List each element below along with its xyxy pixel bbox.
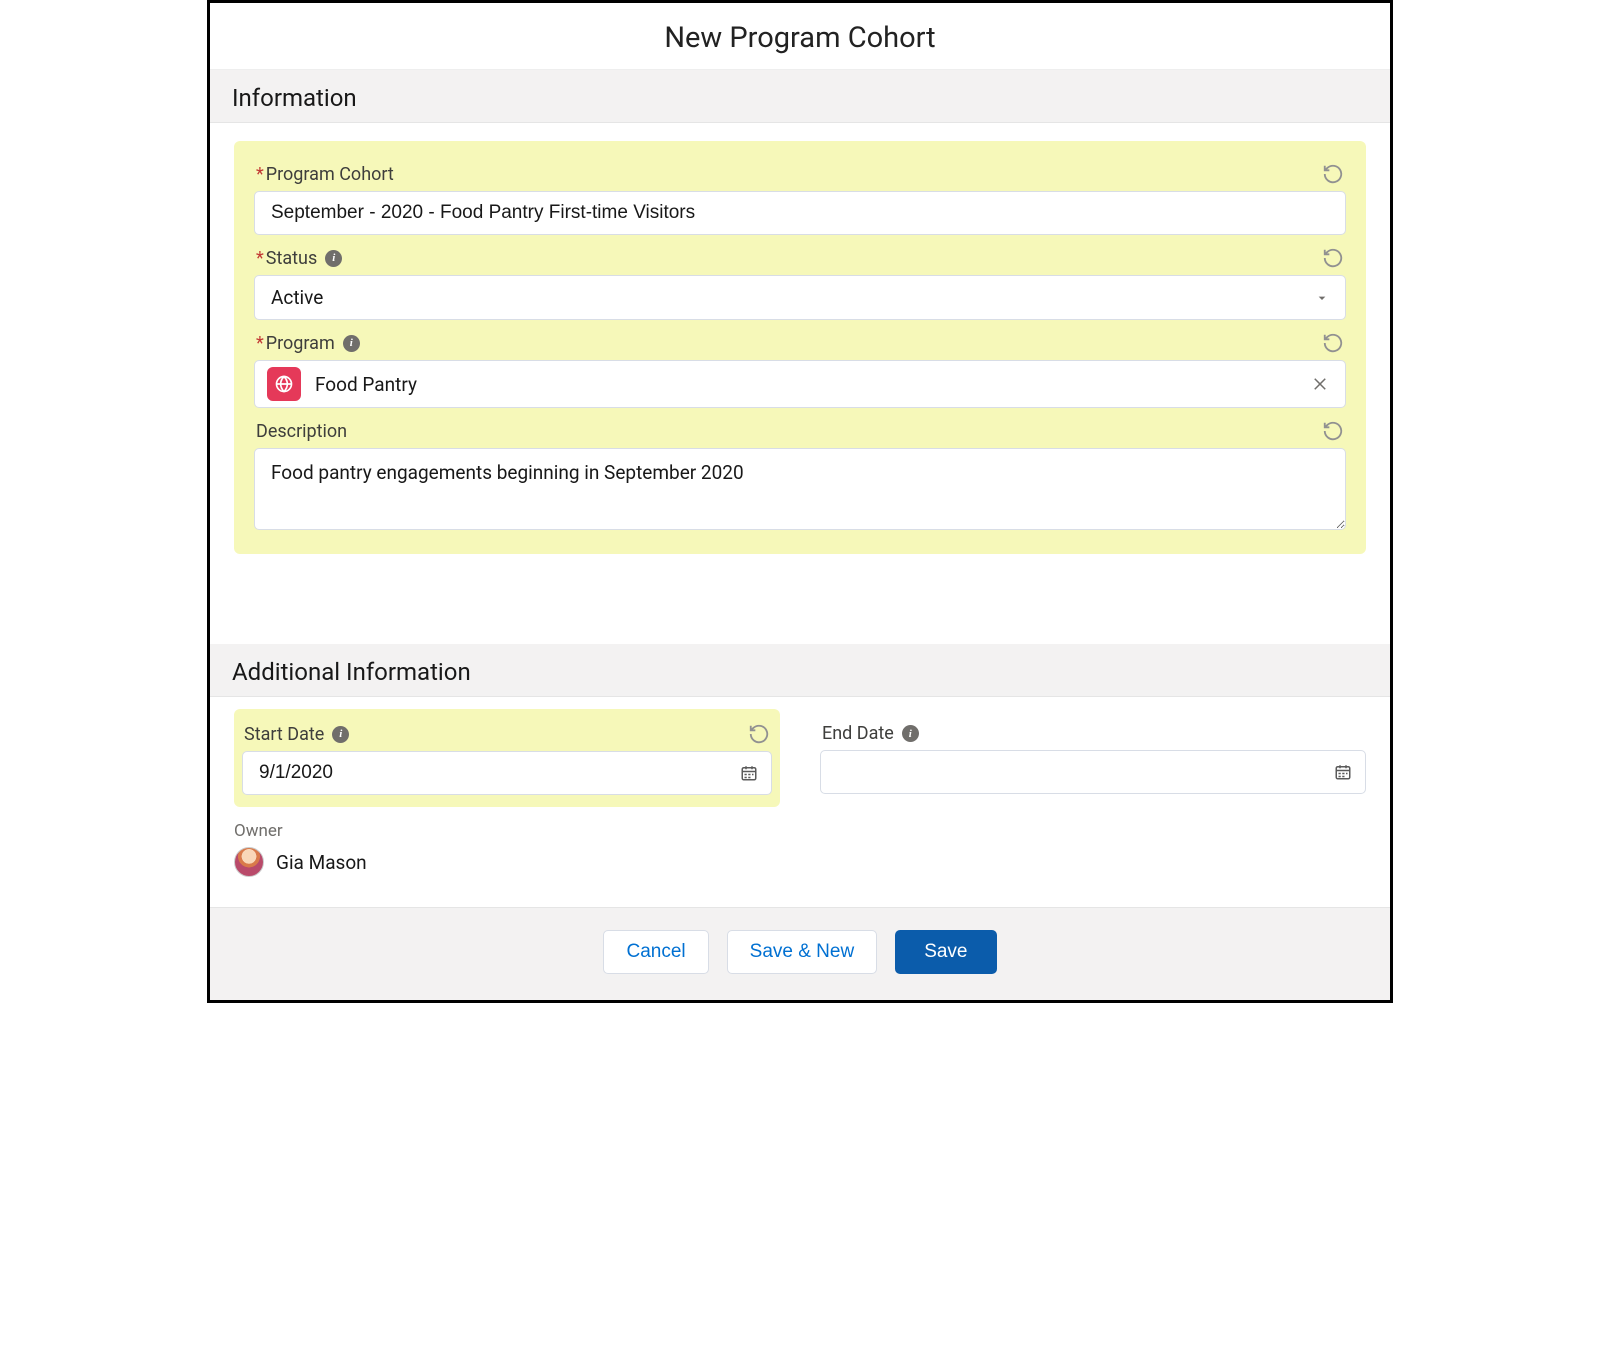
label-owner: Owner <box>234 821 780 841</box>
label-description: Description <box>256 421 347 442</box>
undo-icon[interactable] <box>1322 163 1344 185</box>
label-start-date: Start Date i <box>244 724 349 745</box>
description-textarea[interactable] <box>254 448 1346 530</box>
status-select[interactable]: Active <box>254 275 1346 320</box>
cancel-button[interactable]: Cancel <box>603 930 708 974</box>
required-star: * <box>256 333 264 354</box>
undo-icon[interactable] <box>748 723 770 745</box>
program-cohort-input[interactable] <box>254 191 1346 235</box>
field-description: Description <box>254 414 1346 534</box>
label-end-date: End Date i <box>822 723 919 744</box>
modal-header: New Program Cohort <box>210 3 1390 70</box>
owner-name: Gia Mason <box>276 851 367 874</box>
info-icon[interactable]: i <box>343 335 360 352</box>
save-button[interactable]: Save <box>895 930 996 974</box>
info-icon[interactable]: i <box>325 250 342 267</box>
information-highlight: *Program Cohort *Status i <box>234 141 1366 554</box>
label-status: *Status i <box>256 248 342 269</box>
info-icon[interactable]: i <box>902 725 919 742</box>
section-body-additional: Start Date i Own <box>210 697 1390 907</box>
undo-icon[interactable] <box>1322 247 1344 269</box>
close-icon[interactable] <box>1307 371 1333 397</box>
info-icon[interactable]: i <box>332 726 349 743</box>
undo-icon[interactable] <box>1322 332 1344 354</box>
field-program: *Program i Food Pantry <box>254 326 1346 408</box>
required-star: * <box>256 248 264 269</box>
col-end-date: End Date i <box>820 709 1366 877</box>
new-program-cohort-modal: New Program Cohort Information *Program … <box>207 0 1393 1003</box>
start-date-input[interactable] <box>242 751 772 795</box>
label-program: *Program i <box>256 333 360 354</box>
label-program-cohort: *Program Cohort <box>256 164 394 185</box>
modal-title: New Program Cohort <box>210 21 1390 55</box>
col-start-date: Start Date i Own <box>234 709 780 877</box>
section-header-information: Information <box>210 70 1390 123</box>
undo-icon[interactable] <box>1322 420 1344 442</box>
modal-footer: Cancel Save & New Save <box>210 907 1390 1000</box>
section-header-additional: Additional Information <box>210 644 1390 697</box>
field-program-cohort: *Program Cohort <box>254 157 1346 235</box>
end-date-input[interactable] <box>820 750 1366 794</box>
start-date-highlight: Start Date i <box>234 709 780 807</box>
program-lookup-value: Food Pantry <box>315 373 1293 396</box>
field-owner: Owner Gia Mason <box>234 821 780 877</box>
globe-icon <box>267 367 301 401</box>
program-lookup[interactable]: Food Pantry <box>254 360 1346 408</box>
required-star: * <box>256 164 264 185</box>
field-status: *Status i Active <box>254 241 1346 320</box>
avatar <box>234 847 264 877</box>
save-and-new-button[interactable]: Save & New <box>727 930 878 974</box>
section-body-information: *Program Cohort *Status i <box>210 123 1390 644</box>
